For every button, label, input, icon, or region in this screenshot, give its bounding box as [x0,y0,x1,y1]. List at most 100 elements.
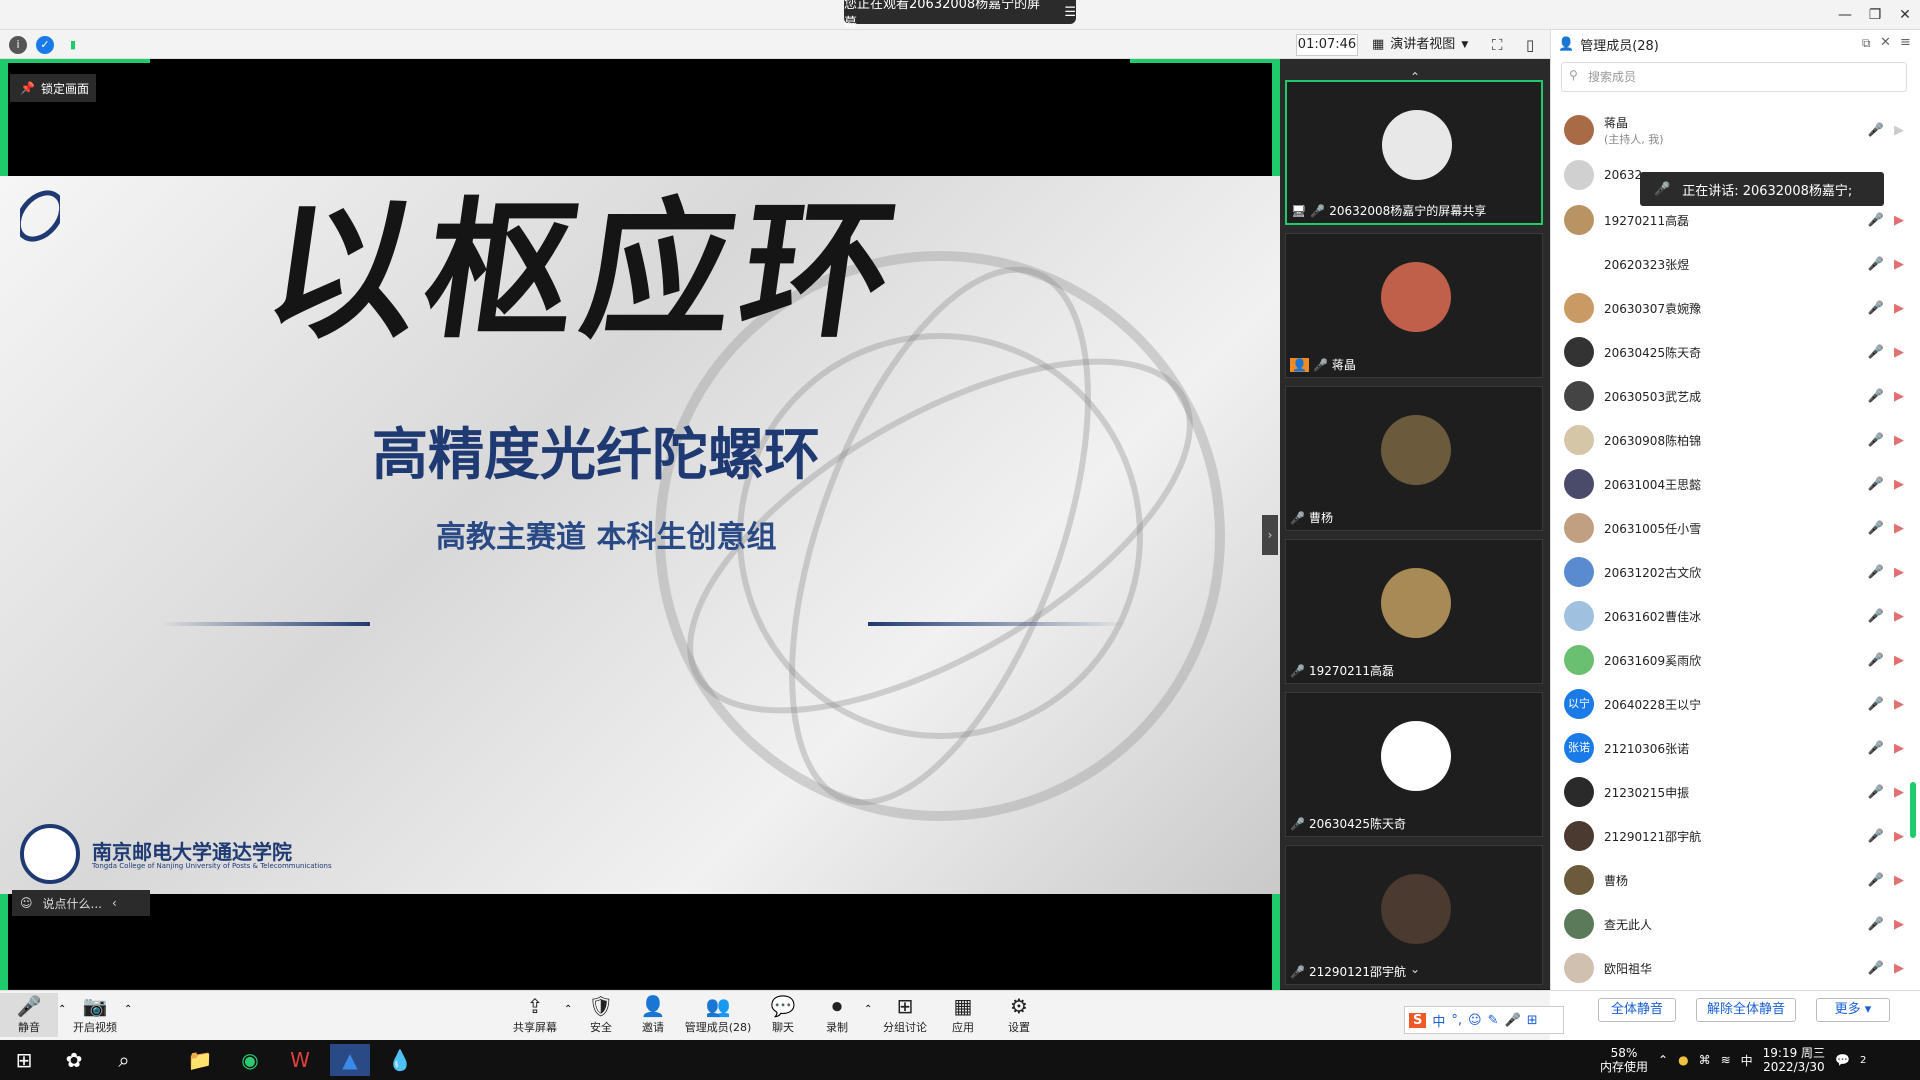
camera-off-icon[interactable]: ▶ [1894,565,1904,580]
member-row[interactable]: 20630503武艺成 🎤 ▶ [1564,374,1904,418]
member-row[interactable]: 20631609奚雨欣 🎤 ▶ [1564,638,1904,682]
camera-off-icon[interactable]: ▶ [1894,477,1904,492]
camera-off-icon[interactable]: ▶ [1894,961,1904,976]
chevron-left-icon[interactable]: ‹ [112,896,117,910]
member-row[interactable]: 21230215申振 🎤 ▶ [1564,770,1904,814]
search-icon[interactable]: ⌕ [104,1044,144,1076]
member-row[interactable]: 20631202古文欣 🎤 ▶ [1564,550,1904,594]
member-row[interactable]: 张诺 21210306张诺 🎤 ▶ [1564,726,1904,770]
shield-icon[interactable]: ✓ [36,36,54,54]
mic-icon[interactable]: 🎤 [1505,1013,1521,1028]
more-button[interactable]: 更多 ▾ [1816,998,1890,1022]
notification-icon[interactable]: 💬 [1835,1053,1850,1067]
member-row[interactable]: 欧阳祖华 🎤 ▶ [1564,946,1904,990]
camera-off-icon[interactable]: ▶ [1894,123,1904,138]
mic-muted-icon[interactable]: 🎤 [1868,301,1884,316]
chevron-up-icon[interactable]: ⌃ [864,1004,872,1015]
camera-off-icon[interactable]: ▶ [1894,741,1904,756]
sidebar-toggle-icon[interactable]: ▯ [1526,36,1534,54]
invite-button[interactable]: 👤 邀请 [622,993,684,1037]
record-button[interactable]: ⏺ 录制 [806,993,868,1037]
camera-off-icon[interactable]: ▶ [1894,301,1904,316]
wps-icon[interactable]: W [280,1044,320,1076]
mic-muted-icon[interactable]: 🎤 [1868,389,1884,404]
mic-muted-icon[interactable]: 🎤 [1868,257,1884,272]
tencent-meeting-icon[interactable]: ▲ [330,1044,370,1076]
camera-off-icon[interactable]: ▶ [1894,213,1904,228]
grid-icon[interactable]: ⊞ [1527,1013,1538,1028]
member-row[interactable]: 以宁 20640228王以宁 🎤 ▶ [1564,682,1904,726]
browser-icon[interactable]: ◉ [230,1044,270,1076]
app-icon[interactable]: ✿ [54,1044,94,1076]
menu-icon[interactable]: ☰ [1064,5,1076,20]
app-icon[interactable]: 💧 [380,1044,420,1076]
mic-muted-icon[interactable]: 🎤 [1868,433,1884,448]
viewing-banner[interactable]: 您正在观看20632008杨嘉宁的屏幕 ☰ [844,0,1076,31]
fullscreen-icon[interactable]: ⛶ [1492,36,1503,54]
view-mode-select[interactable]: ▦ 演讲者视图 ▼ [1372,34,1478,56]
member-row[interactable]: 20631602曹佳冰 🎤 ▶ [1564,594,1904,638]
mic-muted-icon[interactable]: 🎤 [1868,785,1884,800]
emoji-icon[interactable]: ☺ [1468,1013,1482,1028]
app-tray-icon[interactable]: ● [1678,1053,1688,1067]
member-row[interactable]: 20630908陈柏锦 🎤 ▶ [1564,418,1904,462]
ime-tray[interactable]: 中 [1741,1052,1753,1069]
camera-off-icon[interactable]: ▶ [1894,829,1904,844]
video-tile[interactable]: 🖥 🎤 20632008杨嘉宁的屏幕共享 [1285,80,1543,225]
chat-button[interactable]: 💬 聊天 [752,993,814,1037]
camera-off-icon[interactable]: ▶ [1894,345,1904,360]
pen-icon[interactable]: ✎ [1488,1013,1499,1028]
mic-muted-icon[interactable]: 🎤 [1868,477,1884,492]
unmute-all-button[interactable]: 解除全体静音 [1696,998,1796,1022]
chevron-up-icon[interactable]: ⌃ [124,1004,132,1015]
settings-button[interactable]: ⚙ 设置 [988,993,1050,1037]
mic-icon[interactable]: 🎤 [1868,123,1884,138]
video-button[interactable]: 📷 开启视频 [66,993,124,1037]
network-icon[interactable]: ⌘ [1699,1053,1711,1067]
popout-icon[interactable]: ⧉ [1862,36,1871,51]
scrollbar[interactable] [1910,782,1916,838]
member-row[interactable]: 20620323张煜 🎤 ▶ [1564,242,1904,286]
mic-muted-icon[interactable]: 🎤 [1868,873,1884,888]
chevron-down-icon[interactable]: ⌄ [1410,962,1420,976]
wifi-icon[interactable]: ≋ [1721,1053,1731,1067]
chevron-up-icon[interactable]: ⌃ [1658,1053,1668,1067]
video-tile[interactable]: 🎤 曹杨 [1285,386,1543,531]
camera-off-icon[interactable]: ▶ [1894,257,1904,272]
mic-muted-icon[interactable]: 🎤 [1868,917,1884,932]
camera-off-icon[interactable]: ▶ [1894,697,1904,712]
pin-screen-button[interactable]: 📌 锁定画面 [10,74,96,102]
video-tile[interactable]: 👤 🎤 蒋晶 [1285,233,1543,378]
apps-button[interactable]: ▦ 应用 [932,993,994,1037]
mute-button[interactable]: 🎤 静音 [0,993,58,1037]
mic-muted-icon[interactable]: 🎤 [1868,609,1884,624]
camera-off-icon[interactable]: ▶ [1894,521,1904,536]
clock[interactable]: 19:19 周三 2022/3/30 [1763,1046,1825,1074]
close-button[interactable]: ✕ [1890,4,1920,26]
mic-muted-icon[interactable]: 🎤 [1868,565,1884,580]
mic-muted-icon[interactable]: 🎤 [1868,345,1884,360]
ime-mode[interactable]: 中 [1432,1011,1445,1030]
signal-icon[interactable]: ▮ [64,36,82,54]
mic-muted-icon[interactable]: 🎤 [1868,653,1884,668]
windows-start-icon[interactable]: ⊞ [4,1044,44,1076]
member-row[interactable]: 21290121邵宇航 🎤 ▶ [1564,814,1904,858]
member-row[interactable]: 查无此人 🎤 ▶ [1564,902,1904,946]
member-row[interactable]: 20630307袁婉豫 🎤 ▶ [1564,286,1904,330]
video-tile[interactable]: 🎤 19270211高磊 [1285,539,1543,684]
mic-muted-icon[interactable]: 🎤 [1868,961,1884,976]
members-button[interactable]: 👥 管理成员(28) [680,993,756,1037]
member-row[interactable]: 曹杨 🎤 ▶ [1564,858,1904,902]
video-tile[interactable]: 🎤 20630425陈天奇 [1285,692,1543,837]
maximize-button[interactable]: ❐ [1860,4,1890,26]
camera-off-icon[interactable]: ▶ [1894,653,1904,668]
close-panel-icon[interactable]: ✕ [1880,35,1891,50]
member-row[interactable]: 20630425陈天奇 🎤 ▶ [1564,330,1904,374]
share-screen-button[interactable]: ⇪ 共享屏幕 [504,993,566,1037]
ime-toolbar[interactable]: S 中 °, ☺ ✎ 🎤 ⊞ [1404,1006,1564,1034]
member-row[interactable]: 20631004王思懿 🎤 ▶ [1564,462,1904,506]
mic-muted-icon[interactable]: 🎤 [1868,697,1884,712]
camera-off-icon[interactable]: ▶ [1894,873,1904,888]
collapse-video-button[interactable]: › [1262,515,1278,555]
file-explorer-icon[interactable]: 📁 [180,1044,220,1076]
